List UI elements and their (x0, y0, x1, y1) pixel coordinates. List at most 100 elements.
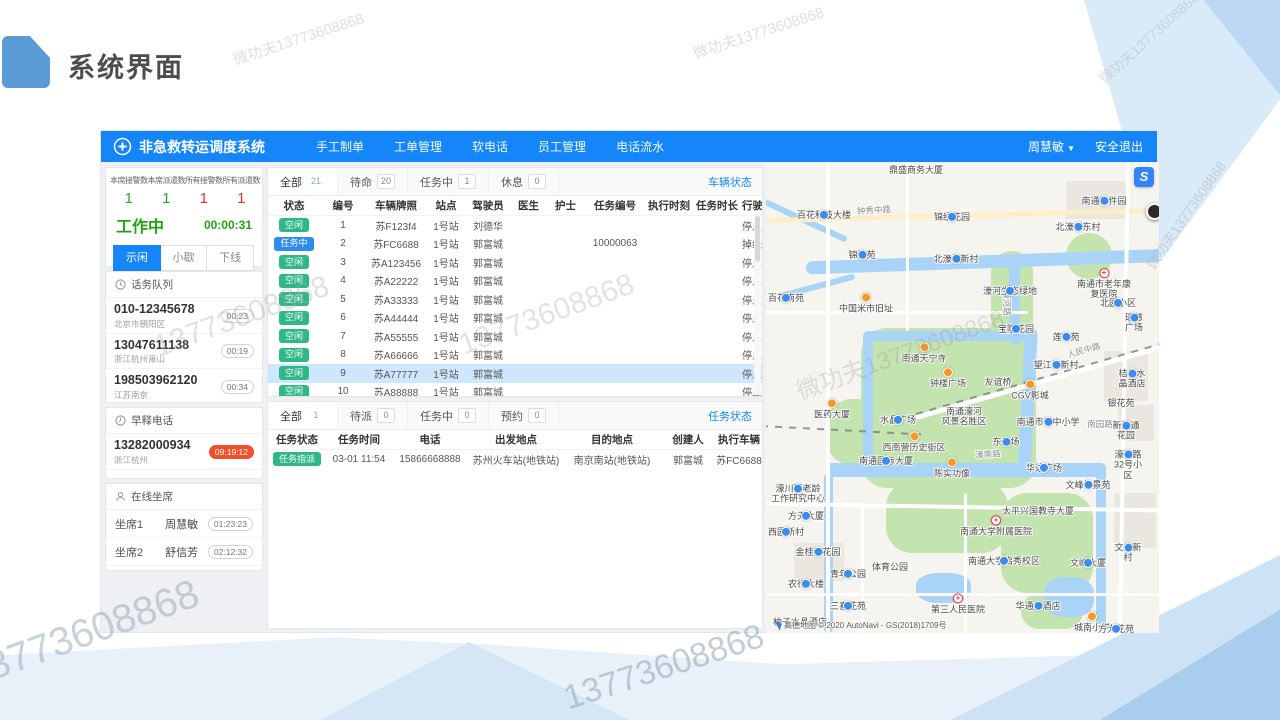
cell-driver: 郭富城 (466, 236, 510, 251)
queue-item[interactable]: 13282000934浙江杭州09:19:12 (106, 434, 262, 470)
agent-name: 周慧敏 (165, 516, 208, 532)
map-label-text: 医药大厦 (814, 409, 850, 419)
vehicle-status-badge: 空闲 (279, 366, 309, 380)
vehicle-table-scrollbar[interactable] (754, 214, 761, 395)
column-header: 任务时间 (326, 432, 392, 447)
call-queue-title: 话务队列 (131, 277, 173, 292)
column-header: 目的地点 (564, 432, 660, 447)
tab-预约[interactable]: 预约0 (489, 402, 559, 429)
vehicle-table-body: 空闲1苏F123f41号站刘德华停止任务中2苏FC66881号站郭富城10000… (268, 216, 762, 397)
cell-plate: 苏A55555 (366, 329, 426, 344)
map-poi-label: 金桂湾花园 (795, 547, 840, 557)
map-label-text: 南通大学附属医院 (960, 526, 1032, 536)
nav-item-4[interactable]: 员工管理 (523, 138, 601, 155)
status-cell: 任务指派 (268, 452, 326, 466)
tab-待派[interactable]: 待派0 (338, 402, 408, 429)
tab-count: 20 (377, 174, 395, 189)
cell-station: 1号站 (426, 329, 466, 344)
poi-dot-icon (1123, 449, 1133, 459)
cell-no: 8 (320, 349, 366, 360)
map-label-text: 钟秀中路 (857, 205, 891, 217)
poi-dot-icon (827, 398, 837, 408)
caller-number: 13047611138 (114, 338, 189, 354)
nav-item-3[interactable]: 软电话 (457, 138, 523, 155)
poi-dot-icon (1033, 601, 1043, 611)
vehicle-row[interactable]: 空闲4苏A222221号站郭富城停止 (268, 272, 762, 291)
poi-dot-icon (1083, 558, 1093, 568)
poi-dot-icon (951, 254, 961, 264)
tab-任务中[interactable]: 任务中1 (408, 168, 489, 195)
poi-dot-icon (843, 601, 853, 611)
vehicle-row[interactable]: 空闲8苏A666661号站郭富城停止 (268, 346, 762, 365)
vehicle-map-marker[interactable] (1146, 203, 1159, 220)
map-poi-label: 望江楼新村 (1033, 360, 1078, 370)
status-button-下线[interactable]: 下线 (206, 245, 254, 271)
map-label-text: 南通市老年康复医院 (1077, 279, 1132, 300)
early-release-panel: 早释电话 13282000934浙江杭州09:19:12 (105, 407, 263, 479)
user-menu[interactable]: 周慧敏▼ (1028, 138, 1075, 155)
map-poi-label: 西园新村 (768, 527, 804, 537)
poi-dot-icon (1129, 313, 1139, 323)
tab-全部[interactable]: 全部1 (268, 402, 338, 429)
queue-item-info: 198503962120江苏南京 (114, 373, 197, 401)
cell-to: 南京南站(地铁站) (564, 452, 660, 467)
cell-station: 1号站 (426, 347, 466, 362)
cell-no: 3 (320, 257, 366, 268)
status-button-示闲[interactable]: 示闲 (113, 245, 161, 271)
amap-logo[interactable]: S (1134, 167, 1154, 187)
caller-location: 江苏南京 (114, 389, 197, 401)
poi-dot-icon (1121, 421, 1131, 431)
map-road-label: 濠南路 (975, 449, 1001, 461)
tab-休息[interactable]: 休息0 (489, 168, 559, 195)
tab-label: 待命 (350, 174, 372, 190)
map-poi-label: 濠河生态绿地 (983, 286, 1037, 296)
cell-plate: 苏A33333 (366, 292, 426, 307)
status-button-小歇[interactable]: 小歇 (160, 245, 208, 271)
task-row[interactable]: 任务指派03-01 11:5415866668888苏州火车站(地铁站)南京南站… (268, 450, 762, 469)
map-view[interactable]: 南通软件园鼎盛商务大厦钟秀中路百花科技大楼锦绣花园北濠桥东村锦江苑北濠桥新村濠河… (766, 163, 1159, 633)
vehicle-row[interactable]: 空闲3苏A1234561号站郭富城停止 (268, 253, 762, 272)
logout-button[interactable]: 安全退出 (1095, 138, 1143, 155)
column-header: 任务时长 (692, 198, 742, 213)
vehicle-status-badge: 空闲 (279, 292, 309, 306)
vehicle-row[interactable]: 空闲10苏A888881号站郭富城停止 (268, 383, 762, 398)
queue-item[interactable]: 13047611138浙江杭州萧山00:19 (106, 334, 262, 370)
vehicle-status-link[interactable]: 车辆状态 (708, 174, 762, 190)
tab-label: 任务中 (420, 408, 453, 424)
tab-label: 全部 (280, 174, 302, 190)
page-title: 系统界面 (68, 46, 184, 85)
navbar-right: 周慧敏▼ 安全退出 (1028, 138, 1157, 155)
vehicle-row[interactable]: 空闲9苏A777771号站郭富城停止 (268, 364, 762, 383)
map-poi-label: 南通国际大厦 (859, 456, 913, 466)
caller-number: 010-12345678 (114, 302, 195, 318)
vehicle-row[interactable]: 任务中2苏FC66881号站郭富城10000063掉线 (268, 235, 762, 254)
cell-station: 1号站 (426, 255, 466, 270)
map-poi-label: 青年公园 (830, 569, 866, 579)
map-poi-label: 锦江苑 (848, 250, 875, 260)
task-status-link[interactable]: 任务状态 (708, 408, 762, 424)
tab-待命[interactable]: 待命 20 (338, 168, 408, 195)
stat-3: 所有接警数1 (185, 175, 223, 207)
map-poi-label: 中国米市旧址 (839, 292, 893, 313)
column-header: 护士 (547, 198, 584, 213)
cell-driver: 郭富城 (466, 384, 510, 397)
tab-label: 全部 (280, 408, 302, 424)
scrollbar-thumb[interactable] (755, 216, 760, 262)
chevron-down-icon: ▼ (1067, 144, 1075, 153)
tab-任务中[interactable]: 任务中0 (408, 402, 489, 429)
vehicle-row[interactable]: 空闲7苏A555551号站郭富城停止 (268, 327, 762, 346)
vehicle-row[interactable]: 空闲6苏A444441号站郭富城停止 (268, 309, 762, 328)
map-poi-label: 西南营历史街区 (882, 431, 945, 452)
status-cell: 空闲 (268, 218, 320, 232)
vehicle-row[interactable]: 空闲1苏F123f41号站刘德华停止 (268, 216, 762, 235)
queue-item[interactable]: 010-12345678北京市朝阳区00:23 (106, 298, 262, 334)
queue-item[interactable]: 198503962120江苏南京00:34 (106, 369, 262, 405)
nav-item-1[interactable]: 手工制单 (301, 138, 379, 155)
nav-item-5[interactable]: 电话流水 (601, 138, 679, 155)
title-accent-square (2, 36, 50, 88)
status-cell: 空闲 (268, 329, 320, 343)
nav-item-2[interactable]: 工单管理 (379, 138, 457, 155)
person-icon (115, 491, 126, 502)
vehicle-row[interactable]: 空闲5苏A333331号站郭富城停止 (268, 290, 762, 309)
tab-全部[interactable]: 全部21 (268, 168, 338, 195)
